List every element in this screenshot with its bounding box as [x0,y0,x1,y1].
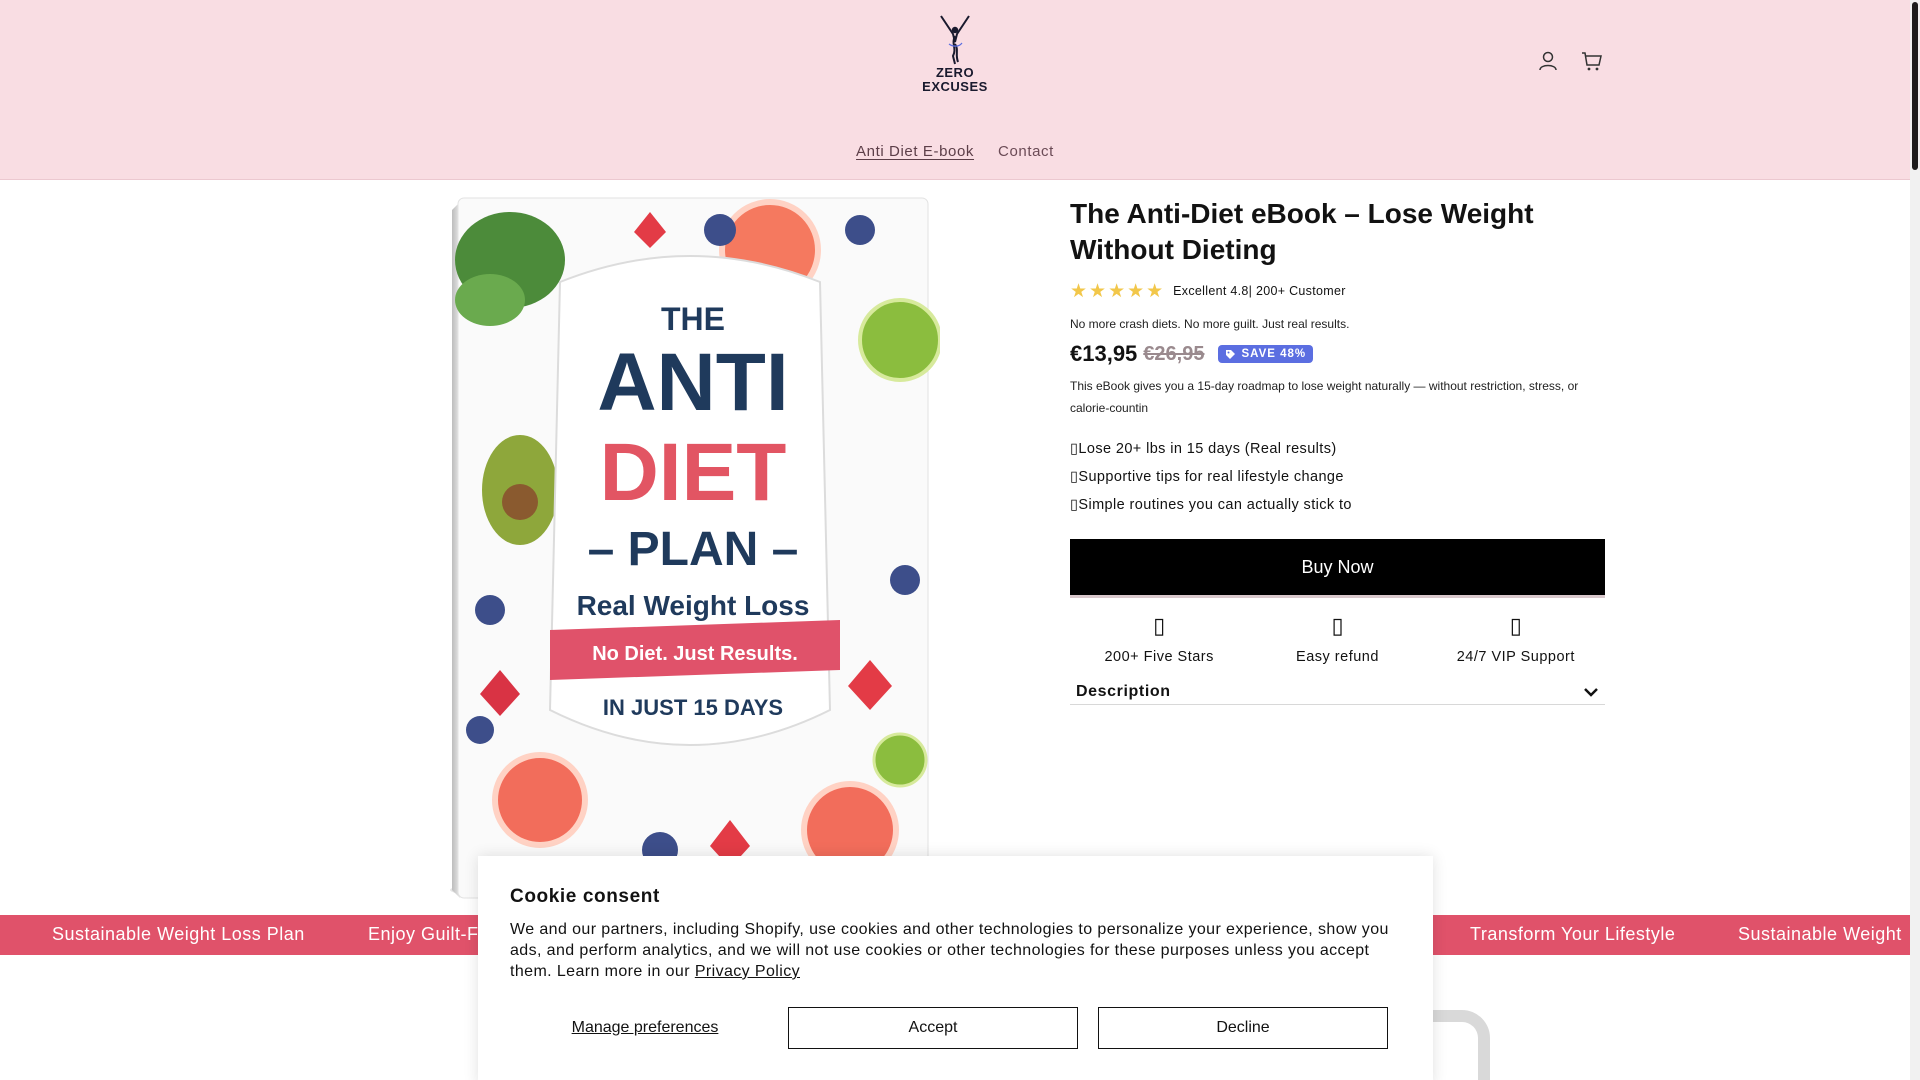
feature-label: Easy refund [1296,649,1379,665]
price-row: €13,95 €26,95 SAVE 48% [1070,341,1605,367]
tag-icon [1226,349,1236,359]
rating-stars-icon: ★★★★★ [1070,280,1166,302]
site-header: ZERO EXCUSES Anti Diet E-book Contact [0,0,1910,180]
feature-label: 24/7 VIP Support [1456,649,1575,665]
cover-text-anti: ANTI [597,337,788,428]
marquee-item: Transform Your Lifestyle [1470,924,1676,944]
save-badge-label: SAVE 48% [1241,348,1307,360]
feature-five-stars: ▯ 200+ Five Stars [1070,611,1248,665]
marquee-item: Enjoy Guilt-F [368,924,479,944]
chevron-down-icon [1584,687,1598,697]
cover-text-diet: DIET [600,427,787,518]
description-accordion[interactable]: Description [1070,679,1605,705]
star-icon: ▯ [1153,613,1166,638]
cover-text-plan: – PLAN – [588,523,799,576]
product-info: The Anti-Diet eBook – Lose Weight Withou… [1070,196,1605,705]
save-badge: SAVE 48% [1218,345,1314,363]
cover-text-subtitle: Real Weight Loss [577,590,810,621]
cookie-title: Cookie consent [510,886,660,907]
benefit-text: Supportive tips for real lifestyle chang… [1078,469,1344,485]
product-description: This eBook gives you a 15-day roadmap to… [1070,379,1579,415]
compare-price: €26,95 [1143,342,1205,365]
feature-easy-refund: ▯ Easy refund [1248,611,1426,665]
sale-price: €13,95 [1070,341,1138,366]
manage-preferences-button[interactable]: Manage preferences [510,1007,780,1049]
feature-vip-support: ▯ 24/7 VIP Support [1427,611,1605,665]
benefit-item: ▯Simple routines you can actually stick … [1070,497,1352,513]
feature-label: 200+ Five Stars [1104,649,1214,665]
cookie-text: We and our partners, including Shopify, … [510,919,1410,982]
cookie-consent-banner: Cookie consent We and our partners, incl… [478,856,1433,1080]
cookie-body: We and our partners, including Shopify, … [510,921,1389,980]
feature-row: ▯ 200+ Five Stars ▯ Easy refund ▯ 24/7 V… [1070,611,1605,665]
accordion-label: Description [1076,682,1171,700]
benefit-item: ▯Lose 20+ lbs in 15 days (Real results) [1070,441,1337,457]
main-nav: Anti Diet E-book Contact [0,143,1910,160]
product-tagline: No more crash diets. No more guilt. Just… [1070,317,1350,331]
nav-contact[interactable]: Contact [998,143,1054,160]
cart-icon[interactable] [1581,50,1603,72]
rating-text: Excellent 4.8| 200+ Customer [1173,284,1346,298]
cover-text-the: THE [661,301,725,337]
page-scrollbar[interactable] [1910,0,1920,1080]
product-title: The Anti-Diet eBook – Lose Weight Withou… [1070,198,1534,265]
privacy-policy-link[interactable]: Privacy Policy [695,963,800,980]
support-icon: ▯ [1509,613,1522,638]
logo-text-zero: ZERO [935,65,975,80]
refund-icon: ▯ [1331,613,1344,638]
scrollbar-thumb[interactable] [1912,2,1918,170]
nav-anti-diet-ebook[interactable]: Anti Diet E-book [856,143,974,160]
cookie-buttons: Manage preferences Accept Decline [510,1007,1400,1049]
marquee-item: Sustainable Weight [1738,924,1902,944]
marquee-item: Sustainable Weight Loss Plan [52,924,305,944]
accept-button[interactable]: Accept [788,1007,1078,1049]
product-cover-image[interactable]: THE ANTI DIET – PLAN – Real Weight Loss … [400,190,942,910]
account-icon[interactable] [1537,50,1559,72]
benefit-item: ▯Supportive tips for real lifestyle chan… [1070,469,1344,485]
benefit-text: Simple routines you can actually stick t… [1078,497,1352,513]
zero-excuses-logo[interactable]: ZERO EXCUSES [918,14,992,98]
logo-text-excuses: EXCUSES [922,79,988,94]
fitness-figure-icon [940,15,970,65]
decline-button[interactable]: Decline [1098,1007,1388,1049]
benefit-text: Lose 20+ lbs in 15 days (Real results) [1078,441,1337,457]
cover-text-ribbon: No Diet. Just Results. [592,643,798,665]
rating-row: ★★★★★ Excellent 4.8| 200+ Customer [1070,280,1605,302]
buy-now-button[interactable]: Buy Now [1070,539,1605,595]
benefit-list: ▯Lose 20+ lbs in 15 days (Real results) … [1070,435,1605,519]
cover-text-days: IN JUST 15 DAYS [603,695,783,720]
